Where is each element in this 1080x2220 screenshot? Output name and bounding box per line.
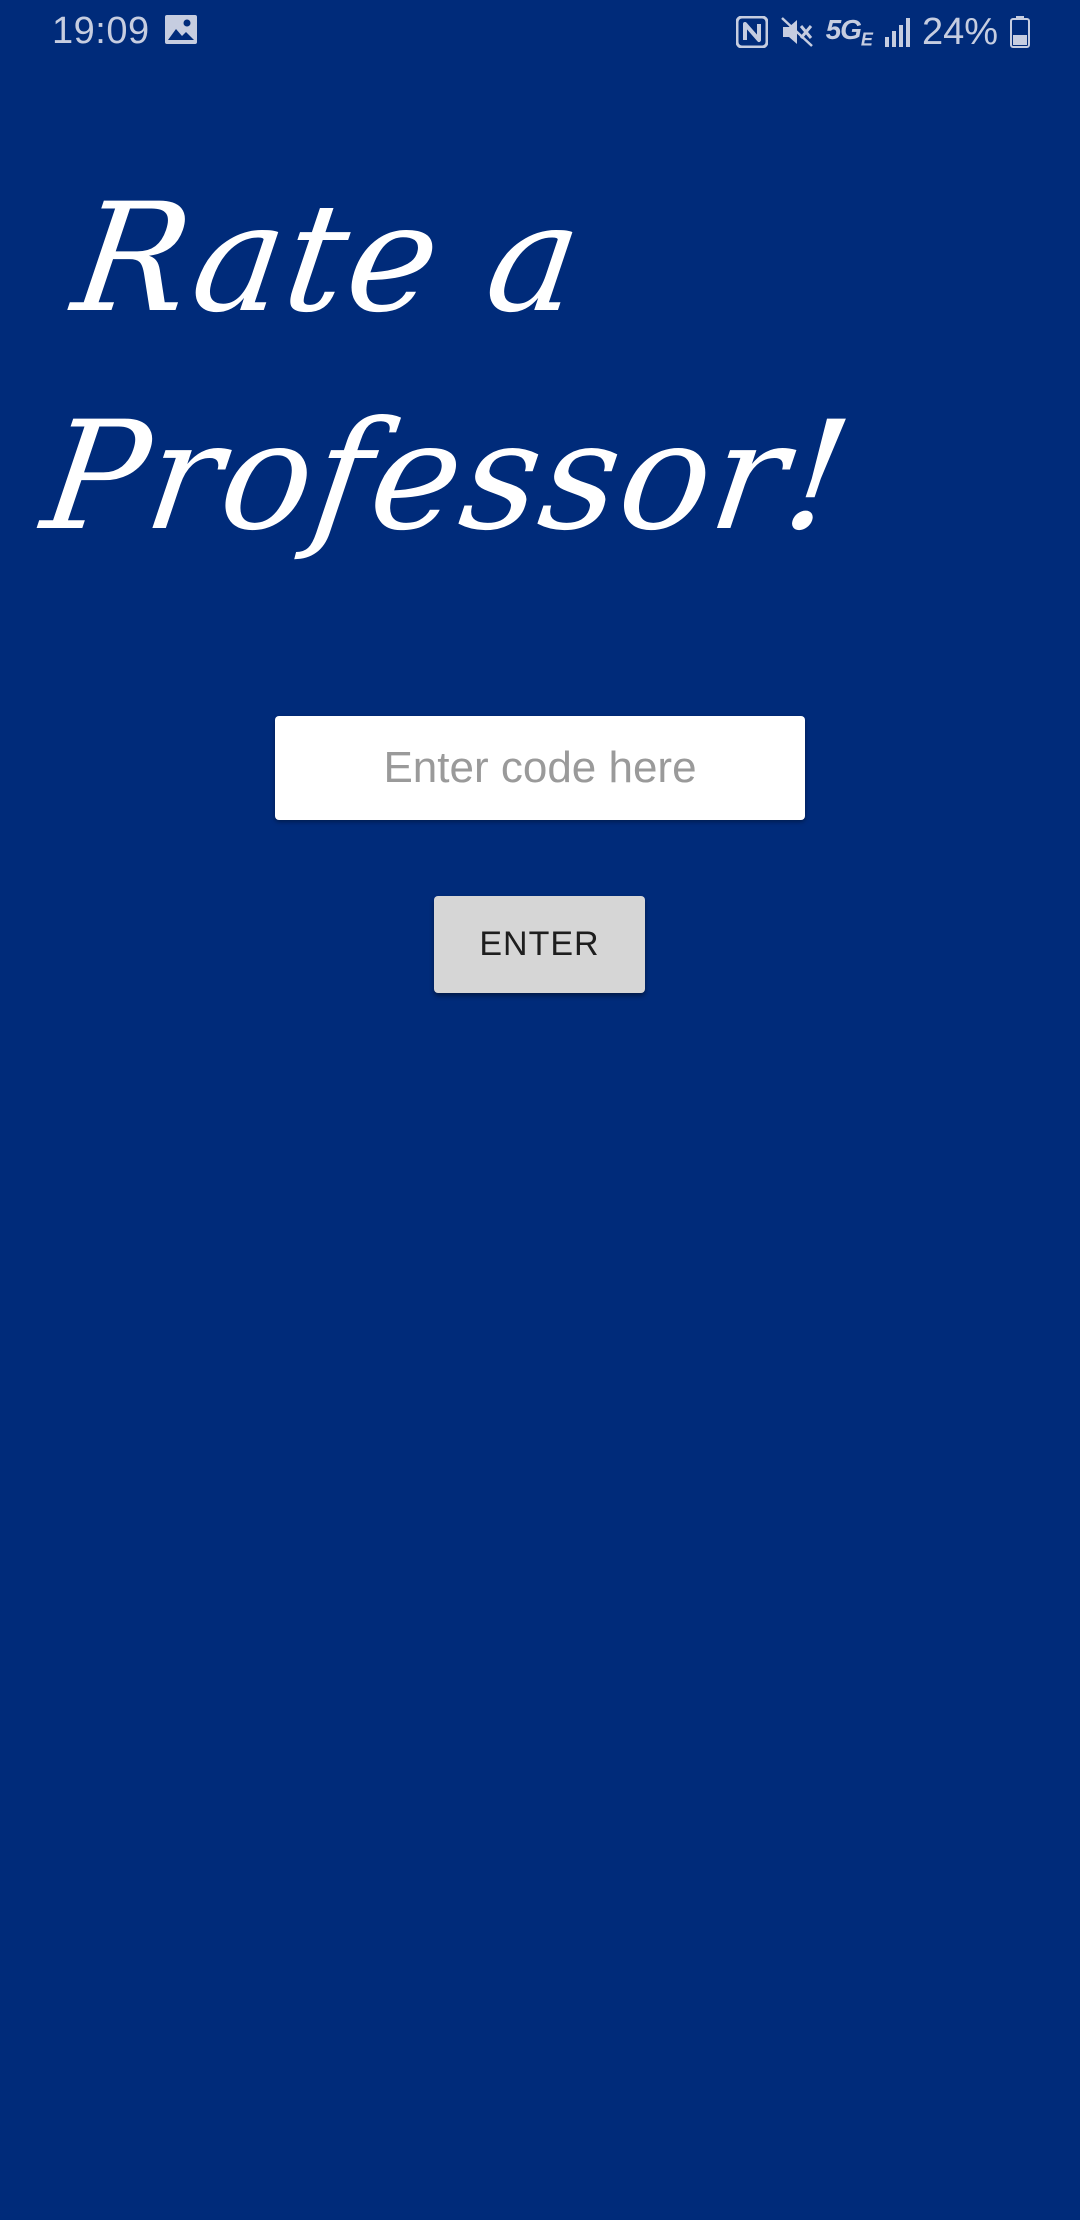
battery-percent: 24% bbox=[921, 10, 998, 53]
status-bar: 19:09 5GE 24% bbox=[0, 0, 1080, 64]
network-type: 5GE bbox=[825, 13, 873, 50]
nfc-icon bbox=[735, 16, 768, 48]
battery-icon bbox=[1010, 16, 1030, 48]
gallery-icon bbox=[165, 15, 197, 44]
enter-button[interactable]: ENTER bbox=[434, 896, 645, 993]
status-icons: 5GE 24% bbox=[735, 10, 1030, 54]
signal-icon bbox=[884, 18, 910, 47]
app-title: Rate a Professor! bbox=[31, 150, 992, 586]
code-input[interactable] bbox=[275, 716, 805, 820]
title-line-2: Professor! bbox=[33, 390, 862, 564]
status-time: 19:09 bbox=[52, 10, 150, 52]
title-line-1: Rate a bbox=[64, 172, 593, 346]
vibrate-mute-icon bbox=[780, 17, 813, 47]
